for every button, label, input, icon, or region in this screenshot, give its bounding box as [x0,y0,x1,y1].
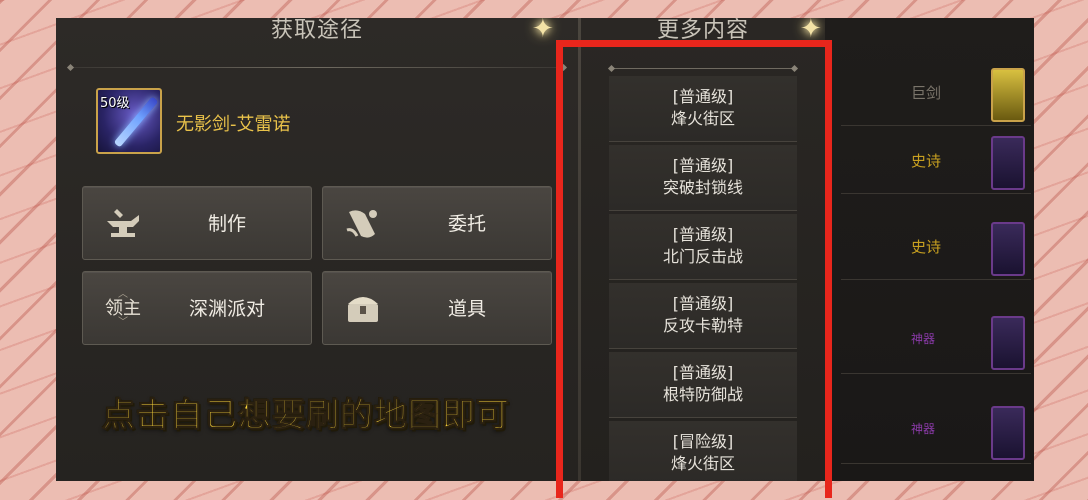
map-grade: [普通级] [672,225,734,244]
equipment-type: 巨剑 [911,84,942,102]
equipment-rarity: 史诗 [911,152,942,170]
map-grade: [普通级] [672,156,734,175]
more-content-panel: 更多内容 [普通级] 烽火街区 [普通级] 突破封锁线 [普通级] 北门反击战 … [581,18,825,481]
equipment-rarity: 神器 [911,422,936,436]
list-divider [611,68,795,69]
map-name: 突破封锁线 [662,178,743,197]
equipment-list-panel: 巨剑 史诗 史诗 神器 神器 [825,18,1034,481]
map-name: 烽火街区 [670,454,735,473]
map-name: 北门反击战 [662,247,743,266]
equipment-row[interactable]: 史诗 [841,214,1031,280]
acquire-panel-title: 获取途径 [270,18,363,43]
equipment-row[interactable]: 神器 [841,308,1031,374]
chest-icon [341,288,385,330]
item-level-badge: 50级 [100,96,130,111]
instruction-caption: 点击自己想要刷的地图即可 [102,395,510,435]
lord-badge-text: 领主 [105,298,141,319]
map-list-item[interactable]: [冒险级] 烽火街区 [609,421,797,481]
map-name: 根特防御战 [662,385,743,404]
equipment-thumbnail [991,222,1025,276]
equipment-thumbnail [991,136,1025,190]
title-divider [70,67,564,68]
equipment-row[interactable]: 巨剑 [841,60,1031,126]
map-grade: [普通级] [672,294,734,313]
more-content-title: 更多内容 [656,18,749,43]
sparkle-icon: ✦ [800,18,822,44]
item-button[interactable]: 道具 [322,271,552,345]
sword-icon[interactable]: 50级 [96,88,162,154]
equipment-thumbnail [991,406,1025,460]
scroll-icon [341,203,385,245]
map-grade: [冒险级] [672,432,734,451]
map-name: 烽火街区 [670,109,735,128]
map-grade: [普通级] [672,87,734,106]
sparkle-icon: ✦ [532,18,554,44]
craft-button[interactable]: 制作 [82,186,312,260]
commission-label: 委托 [447,213,486,235]
equipment-row[interactable]: 神器 [841,398,1031,464]
map-list-item[interactable]: [普通级] 突破封锁线 [609,145,797,211]
abyss-party-button[interactable]: ︿ 领主 ﹀ 深渊派对 [82,271,312,345]
chevron-down-icon: ﹀ [118,317,128,328]
commission-button[interactable]: 委托 [322,186,552,260]
lord-badge-icon: ︿ 领主 ﹀ [101,288,145,330]
map-list-item[interactable]: [普通级] 北门反击战 [609,214,797,280]
equipment-thumbnail [991,316,1025,370]
map-grade: [普通级] [672,363,734,382]
item-label: 道具 [447,298,486,320]
map-list-item[interactable]: [普通级] 烽火街区 [609,76,797,142]
anvil-icon [101,203,145,245]
craft-label: 制作 [207,213,246,235]
map-list-item[interactable]: [普通级] 反攻卡勒特 [609,283,797,349]
equipment-row[interactable]: 史诗 [841,128,1031,194]
equipment-rarity: 神器 [911,332,936,346]
abyss-party-label: 深渊派对 [188,298,265,320]
map-list-item[interactable]: [普通级] 根特防御战 [609,352,797,418]
item-name: 无影剑-艾雷诺 [176,114,291,135]
equipment-rarity: 史诗 [911,238,942,256]
map-name: 反攻卡勒特 [662,316,743,335]
equipment-thumbnail [991,68,1025,122]
